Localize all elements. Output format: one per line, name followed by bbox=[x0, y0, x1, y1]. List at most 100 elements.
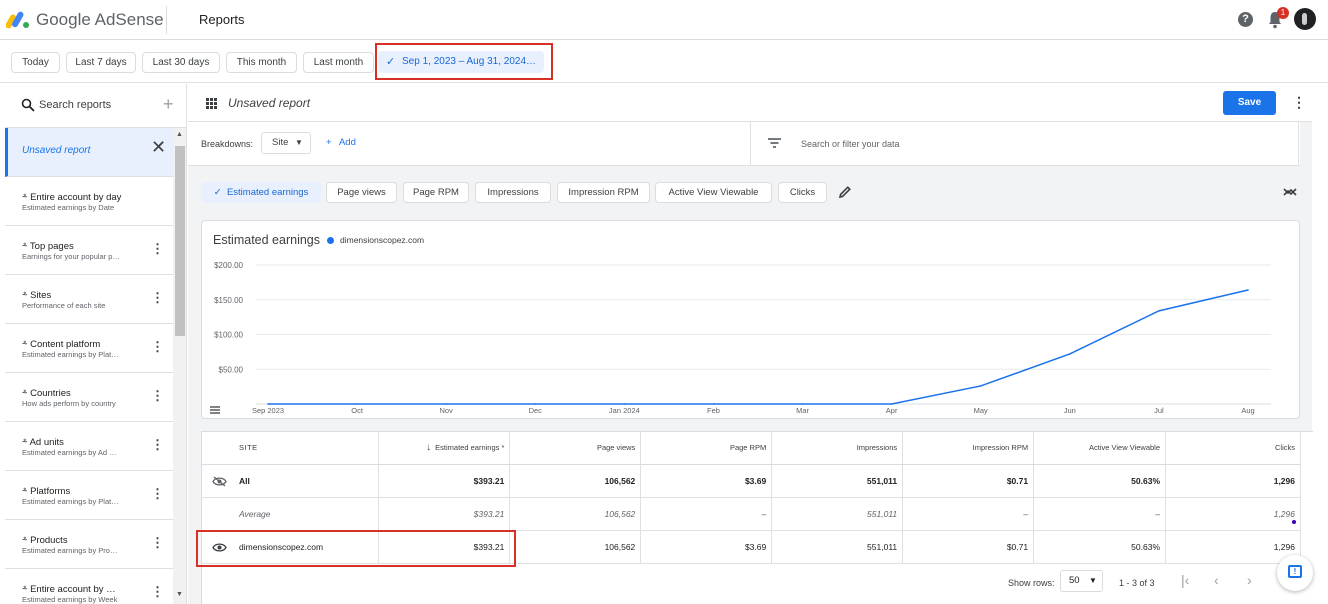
metric-chip-page-views[interactable]: Page views bbox=[326, 182, 397, 203]
more-vert-icon[interactable]: ⋮ bbox=[151, 535, 164, 551]
cell-impressions: 551,011 bbox=[771, 497, 904, 531]
sidebar-item-products[interactable]: ⸛ Products Estimated earnings by Pro… ⋮ bbox=[5, 520, 173, 569]
more-vert-icon[interactable]: ⋮ bbox=[151, 486, 164, 502]
date-chip-last-7-days[interactable]: Last 7 days bbox=[66, 52, 136, 73]
chart-menu-icon[interactable] bbox=[210, 406, 220, 414]
sidebar-item-top-pages[interactable]: ⸛ Top pages Earnings for your popular p…… bbox=[5, 226, 173, 275]
filter-input[interactable]: Search or filter your data bbox=[801, 139, 900, 149]
divider bbox=[750, 122, 751, 166]
column-header-page-views[interactable]: Page views bbox=[509, 432, 642, 465]
table-pager: Show rows: 50 ▼ 1 - 3 of 3 |‹ ‹ › bbox=[188, 564, 1312, 604]
data-point bbox=[979, 385, 982, 387]
sidebar-item-sublabel: Estimated earnings by Date bbox=[22, 203, 115, 212]
site-cell: Average bbox=[202, 497, 380, 531]
search-reports-input[interactable]: Search reports bbox=[39, 99, 111, 111]
more-vert-icon[interactable]: ⋮ bbox=[151, 437, 164, 453]
breakdown-value: Site bbox=[272, 137, 289, 148]
series-line bbox=[268, 289, 1249, 405]
feedback-button[interactable]: ! bbox=[1277, 555, 1313, 591]
data-point bbox=[267, 403, 269, 405]
sidebar-item-entire-account-by-week[interactable]: ⸛ Entire account by … Estimated earnings… bbox=[5, 569, 173, 604]
column-header-active-view-viewable[interactable]: Active View Viewable bbox=[1033, 432, 1167, 465]
column-header-site[interactable]: SITE bbox=[202, 432, 380, 465]
close-icon[interactable]: ✕ bbox=[151, 137, 166, 158]
metric-chip-active-view-viewable[interactable]: Active View Viewable bbox=[655, 182, 772, 203]
dropdown-caret-icon: ▼ bbox=[1089, 576, 1097, 585]
metric-chip-impression-rpm[interactable]: Impression RPM bbox=[557, 182, 650, 203]
header-divider bbox=[166, 6, 167, 34]
saved-reports-sidebar: Search reports + Unsaved report ✕ ⸛ Enti… bbox=[5, 84, 187, 604]
sidebar-item-sites[interactable]: ⸛ Sites Performance of each site ⋮ bbox=[5, 275, 173, 324]
sidebar-item-sublabel: Estimated earnings by Pro… bbox=[22, 546, 118, 555]
apps-grid-icon[interactable] bbox=[206, 98, 217, 109]
cell-clicks: 1,296 bbox=[1165, 464, 1301, 498]
sidebar-item-countries[interactable]: ⸛ Countries How ads perform by country ⋮ bbox=[5, 373, 173, 422]
compare-trend-icon[interactable] bbox=[1283, 186, 1297, 198]
cell-page-views: 106,562 bbox=[509, 497, 642, 531]
metric-chip-estimated-earnings[interactable]: ✓ Estimated earnings bbox=[201, 182, 321, 203]
column-header-impression-rpm[interactable]: Impression RPM bbox=[902, 432, 1035, 465]
top-app-bar: Google AdSense Reports ? 1 bbox=[0, 0, 1328, 40]
first-page-icon[interactable]: |‹ bbox=[1181, 572, 1189, 588]
column-header-clicks[interactable]: Clicks bbox=[1165, 432, 1301, 465]
sidebar-item-platforms[interactable]: ⸛ Platforms Estimated earnings by Plat… … bbox=[5, 471, 173, 520]
feedback-icon: ! bbox=[1288, 565, 1302, 578]
sidebar-item-entire-account-by-day[interactable]: ⸛ Entire account by day Estimated earnin… bbox=[5, 177, 173, 226]
metric-chip-clicks[interactable]: Clicks bbox=[778, 182, 827, 203]
more-vert-icon[interactable]: ⋮ bbox=[151, 584, 164, 600]
edit-pencil-icon[interactable] bbox=[838, 185, 852, 199]
metric-chip-page-rpm[interactable]: Page RPM bbox=[403, 182, 469, 203]
data-point bbox=[623, 403, 626, 405]
account-avatar[interactable] bbox=[1294, 8, 1316, 30]
adsense-logo-icon[interactable] bbox=[6, 8, 30, 30]
page-range-text: 1 - 3 of 3 bbox=[1119, 578, 1155, 588]
column-header-page-rpm[interactable]: Page RPM bbox=[640, 432, 773, 465]
sidebar-item-ad-units[interactable]: ⸛ Ad units Estimated earnings by Ad … ⋮ bbox=[5, 422, 173, 471]
add-breakdown-button[interactable]: + Add bbox=[326, 137, 356, 148]
sidebar-item-content-platform[interactable]: ⸛ Content platform Estimated earnings by… bbox=[5, 324, 173, 373]
report-title[interactable]: Unsaved report bbox=[228, 96, 310, 110]
x-tick-label: Aug bbox=[1241, 406, 1254, 415]
date-chip-last-month[interactable]: Last month bbox=[303, 52, 374, 73]
sidebar-scrollbar[interactable]: ▲ ▼ bbox=[173, 128, 186, 604]
scroll-down-arrow-icon[interactable]: ▼ bbox=[176, 591, 183, 598]
brand-name: Google AdSense bbox=[36, 10, 164, 29]
rows-per-page-select[interactable]: 50 ▼ bbox=[1060, 570, 1103, 592]
data-point bbox=[1069, 353, 1071, 355]
data-point bbox=[534, 403, 537, 405]
add-report-icon[interactable]: + bbox=[163, 94, 174, 115]
table-row-total[interactable]: All $393.21 106,562 $3.69 551,011 $0.71 … bbox=[202, 464, 1301, 498]
more-vert-icon[interactable]: ⋮ bbox=[151, 290, 164, 306]
prev-page-icon[interactable]: ‹ bbox=[1214, 572, 1219, 588]
filter-icon[interactable] bbox=[768, 138, 781, 148]
data-point bbox=[1158, 310, 1160, 312]
breakdown-site-select[interactable]: Site ▼ bbox=[261, 132, 311, 154]
metric-chips-row: ✓ Estimated earnings Page views Page RPM… bbox=[188, 166, 1312, 218]
data-point bbox=[801, 403, 804, 405]
search-reports-row[interactable]: Search reports + bbox=[5, 84, 186, 128]
sidebar-item-label: ⸛ Products bbox=[22, 535, 68, 546]
save-button[interactable]: Save bbox=[1223, 91, 1276, 115]
date-chip-today[interactable]: Today bbox=[11, 52, 60, 73]
data-point bbox=[1247, 289, 1249, 291]
sidebar-item-unsaved-report[interactable]: Unsaved report ✕ bbox=[5, 128, 173, 177]
more-vert-icon[interactable]: ⋮ bbox=[151, 388, 164, 404]
next-page-icon[interactable]: › bbox=[1247, 572, 1252, 588]
column-header-impressions[interactable]: Impressions bbox=[771, 432, 904, 465]
more-vert-icon[interactable]: ⋮ bbox=[151, 339, 164, 355]
date-chip-last-30-days[interactable]: Last 30 days bbox=[142, 52, 220, 73]
metric-chip-impressions[interactable]: Impressions bbox=[475, 182, 551, 203]
date-chip-this-month[interactable]: This month bbox=[226, 52, 297, 73]
more-vert-icon[interactable]: ⋮ bbox=[151, 241, 164, 257]
sidebar-item-sublabel: Estimated earnings by Week bbox=[22, 595, 118, 604]
data-point bbox=[712, 403, 715, 405]
more-vert-icon[interactable]: ⋮ bbox=[1292, 94, 1306, 111]
x-tick-label: Nov bbox=[440, 406, 454, 415]
y-tick-label: $150.00 bbox=[214, 296, 243, 305]
scrollbar-thumb[interactable] bbox=[175, 146, 185, 336]
visibility-off-icon[interactable] bbox=[212, 475, 227, 487]
x-tick-label: Jan 2024 bbox=[609, 406, 640, 415]
help-icon[interactable]: ? bbox=[1238, 12, 1253, 27]
scroll-up-arrow-icon[interactable]: ▲ bbox=[176, 131, 183, 138]
column-header-estimated-earnings[interactable]: ↓ Estimated earnings * bbox=[378, 432, 511, 465]
